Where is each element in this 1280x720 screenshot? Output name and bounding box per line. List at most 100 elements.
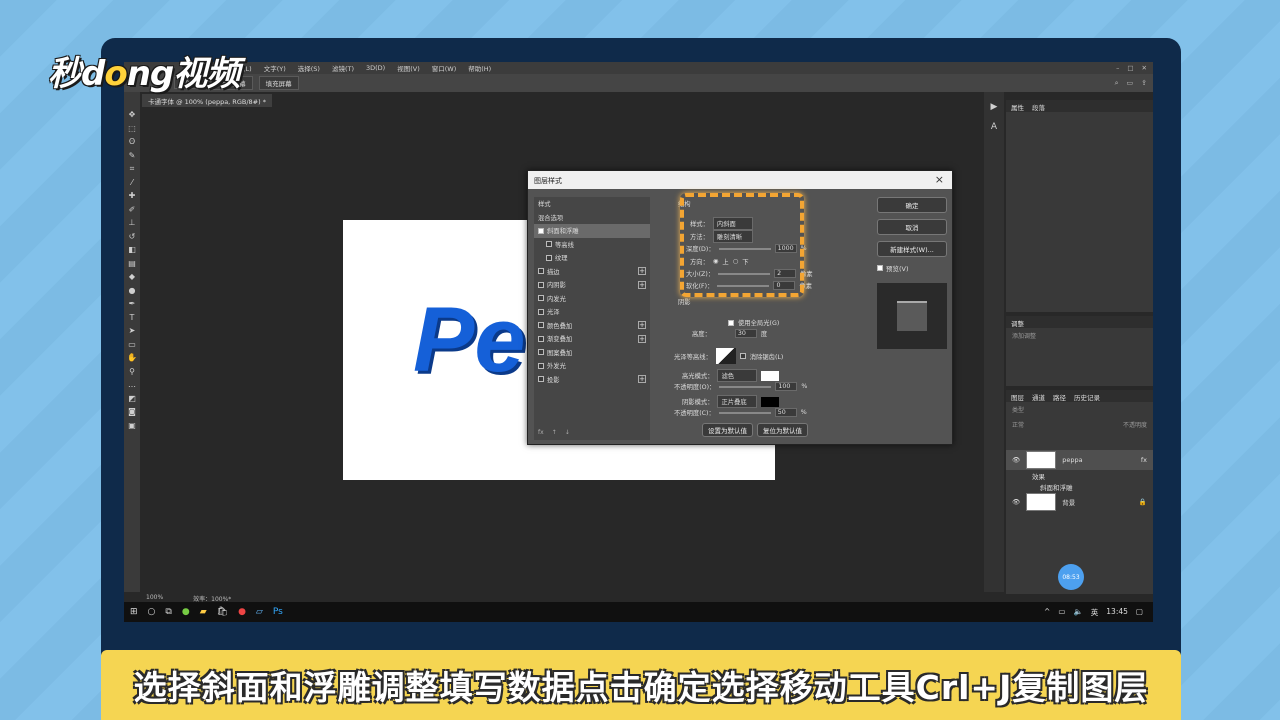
lasso-tool-icon[interactable]: ʘ <box>129 137 135 147</box>
style-item-pattern-overlay[interactable]: 图案叠加 <box>534 346 650 360</box>
path-select-icon[interactable]: ➤ <box>129 326 136 336</box>
shadow-mode-select[interactable]: 正片叠底 <box>717 395 758 408</box>
move-down-icon[interactable]: ↓ <box>565 429 570 436</box>
contour-checkbox[interactable] <box>546 241 552 248</box>
tab-adjustments[interactable]: 调整 <box>1011 318 1024 328</box>
style-item-satin[interactable]: 光泽 <box>534 305 650 319</box>
add-gradient-overlay-icon[interactable]: + <box>638 334 646 343</box>
bevel-checkbox[interactable] <box>538 227 544 234</box>
minimize-icon[interactable]: – <box>1116 64 1119 72</box>
tab-channels[interactable]: 通道 <box>1032 392 1045 402</box>
add-inner-shadow-icon[interactable]: + <box>638 280 646 289</box>
brush-icon[interactable]: ✐ <box>129 205 136 215</box>
tab-properties[interactable]: 属性 <box>1011 102 1024 112</box>
eraser-icon[interactable]: ◧ <box>128 245 136 255</box>
tray-chevron-icon[interactable]: ^ <box>1044 607 1050 618</box>
menu-3d[interactable]: 3D(D) <box>366 64 385 72</box>
fx-icon[interactable]: fx <box>538 429 544 436</box>
clock[interactable]: 13:45 <box>1106 607 1128 618</box>
quick-select-icon[interactable]: ✎ <box>129 151 136 161</box>
pen-icon[interactable]: ✒ <box>129 299 136 309</box>
add-drop-shadow-icon[interactable]: + <box>638 375 646 384</box>
menu-window[interactable]: 窗口(W) <box>432 63 457 73</box>
app-icon-2[interactable]: ● <box>238 607 246 617</box>
shadow-opacity-slider[interactable] <box>718 411 771 414</box>
blend-mode-select[interactable]: 正常 <box>1012 420 1024 429</box>
screen-mode-icon[interactable]: ▣ <box>128 421 136 431</box>
dodge-icon[interactable]: ● <box>129 286 136 296</box>
dialog-close-icon[interactable]: × <box>935 173 944 186</box>
close-icon[interactable]: ✕ <box>1142 64 1147 72</box>
share-icon[interactable]: ⇪ <box>1141 79 1147 88</box>
tab-paths[interactable]: 路径 <box>1053 392 1066 402</box>
maximize-icon[interactable]: □ <box>1127 64 1133 72</box>
style-item-gradient-overlay[interactable]: 渐变叠加 + <box>534 332 650 346</box>
highlight-mode-select[interactable]: 滤色 <box>717 369 758 382</box>
style-item-contour[interactable]: 等高线 <box>534 238 650 252</box>
visibility-eye-icon[interactable]: 👁 <box>1012 498 1020 506</box>
ok-button[interactable]: 确定 <box>877 197 947 213</box>
add-color-overlay-icon[interactable]: + <box>638 321 646 330</box>
menu-filter[interactable]: 滤镜(T) <box>332 63 354 73</box>
fill-screen-button[interactable]: 填充屏幕 <box>258 76 299 90</box>
task-view-icon[interactable]: ⧉ <box>165 607 171 617</box>
search-circle-icon[interactable]: ○ <box>148 607 156 617</box>
style-item-outer-glow[interactable]: 外发光 <box>534 359 650 373</box>
style-item-bevel-emboss[interactable]: 斜面和浮雕 <box>534 224 650 238</box>
search-icon[interactable]: ⌕ <box>1115 79 1119 88</box>
altitude-input[interactable]: 30 <box>734 329 757 338</box>
zoom-tool-icon[interactable]: ⚲ <box>129 367 135 377</box>
folder-icon[interactable]: ▰ <box>200 607 207 617</box>
style-item-drop-shadow[interactable]: 投影 + <box>534 373 650 387</box>
type-tool-icon[interactable]: T <box>130 313 135 323</box>
reset-default-button[interactable]: 复位为默认值 <box>757 423 808 437</box>
texture-checkbox[interactable] <box>546 254 552 261</box>
layer-row-background[interactable]: 👁 背景 🔒 <box>1006 492 1153 512</box>
highlight-color-swatch[interactable] <box>761 370 780 381</box>
notification-icon[interactable]: ▢ <box>1136 607 1143 618</box>
hand-tool-icon[interactable]: ✋ <box>127 353 137 363</box>
blur-icon[interactable]: ◆ <box>129 272 135 282</box>
ime-indicator[interactable]: 英 <box>1091 607 1099 618</box>
styles-header[interactable]: 样式 <box>534 197 650 211</box>
effect-bevel-row[interactable]: 斜面和浮雕 <box>1006 481 1153 492</box>
workspace-icon[interactable]: ▭ <box>1127 79 1134 88</box>
shadow-opacity-input[interactable]: 50 <box>774 408 797 417</box>
volume-icon[interactable]: 🔈 <box>1073 607 1082 618</box>
color-swatch-icon[interactable]: ◩ <box>128 394 136 404</box>
healing-icon[interactable]: ✚ <box>129 191 136 201</box>
network-icon[interactable]: ▭ <box>1058 607 1065 618</box>
eyedropper-icon[interactable]: ⁄ <box>131 178 132 188</box>
fx-badge-icon[interactable]: fx <box>1141 456 1147 464</box>
marquee-tool-icon[interactable]: ⬚ <box>128 124 136 134</box>
app-icon-1[interactable]: ● <box>182 607 190 617</box>
layer-row-peppa[interactable]: 👁 peppa fx <box>1006 450 1153 470</box>
gradient-icon[interactable]: ▤ <box>128 259 136 269</box>
menu-type[interactable]: 文字(Y) <box>264 63 286 73</box>
quick-mask-icon[interactable]: ◙ <box>128 407 136 417</box>
menu-help[interactable]: 帮助(H) <box>468 63 491 73</box>
character-icon[interactable]: A <box>991 122 997 132</box>
visibility-eye-icon[interactable]: 👁 <box>1012 456 1020 464</box>
photoshop-taskbar-icon[interactable]: Ps <box>273 607 283 617</box>
new-style-button[interactable]: 新建样式(W)... <box>877 241 947 257</box>
document-tab[interactable]: 卡通字体 @ 100% (peppa, RGB/8#) * <box>142 94 272 107</box>
style-item-stroke[interactable]: 描边 + <box>534 265 650 279</box>
style-item-inner-glow[interactable]: 内发光 <box>534 292 650 306</box>
add-stroke-icon[interactable]: + <box>638 267 646 276</box>
cancel-button[interactable]: 取消 <box>877 219 947 235</box>
store-icon[interactable]: 🛍 <box>217 607 228 617</box>
antialias-checkbox[interactable] <box>739 353 746 359</box>
app-icon-3[interactable]: ▱ <box>256 607 263 617</box>
play-icon[interactable]: ▶ <box>991 102 998 112</box>
tab-layers[interactable]: 图层 <box>1011 392 1024 402</box>
tab-paragraph[interactable]: 段落 <box>1032 102 1045 112</box>
more-tools-icon[interactable]: … <box>128 380 136 390</box>
stamp-icon[interactable]: ⊥ <box>129 218 136 228</box>
style-item-color-overlay[interactable]: 颜色叠加 + <box>534 319 650 333</box>
move-up-icon[interactable]: ↑ <box>552 429 557 436</box>
shape-tool-icon[interactable]: ▭ <box>128 340 136 350</box>
preview-checkbox[interactable] <box>877 265 883 271</box>
preview-toggle[interactable]: 预览(V) <box>877 263 947 273</box>
make-default-button[interactable]: 设置为默认值 <box>702 423 753 437</box>
